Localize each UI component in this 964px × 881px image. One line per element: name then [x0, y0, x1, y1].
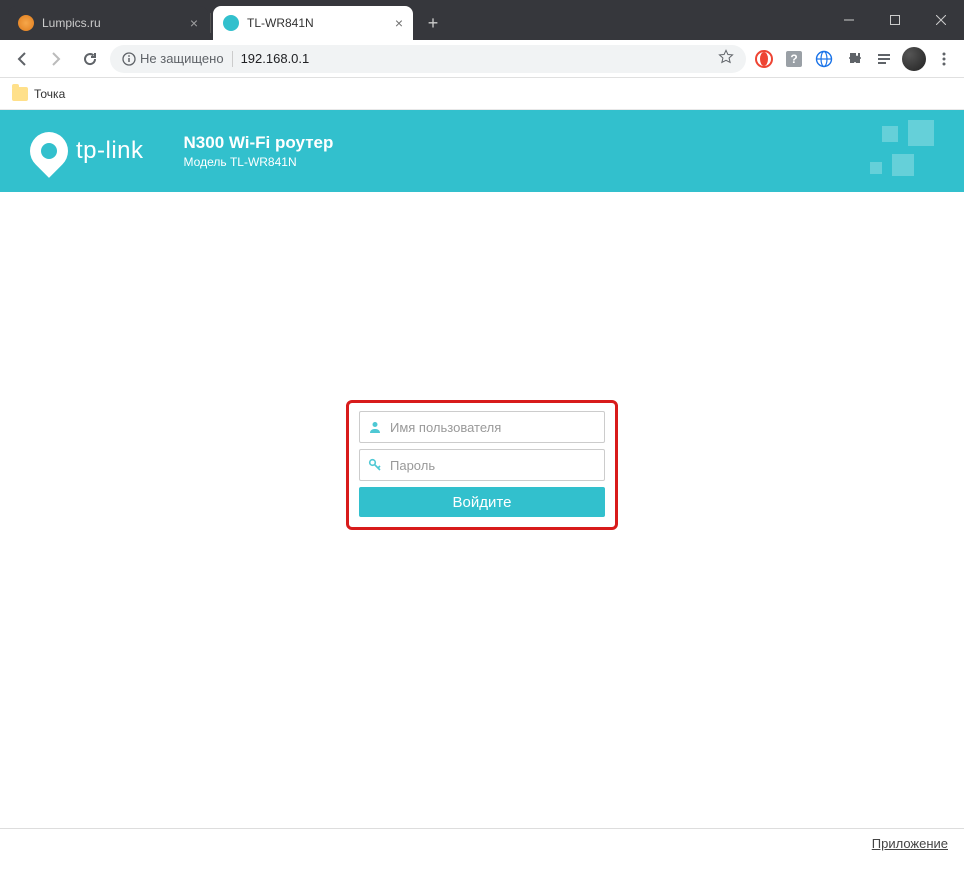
username-input[interactable]: [390, 420, 596, 435]
extensions-button[interactable]: [842, 47, 866, 71]
password-input[interactable]: [390, 458, 596, 473]
reload-button[interactable]: [76, 45, 104, 73]
profile-avatar[interactable]: [902, 47, 926, 71]
star-icon: [718, 49, 734, 65]
app-link[interactable]: Приложение: [872, 836, 948, 851]
browser-titlebar: Lumpics.ru × TL-WR841N × +: [0, 0, 964, 40]
opera-icon: [755, 50, 773, 68]
router-title: N300 Wi-Fi роутер: [184, 133, 334, 153]
bookmark-item[interactable]: Точка: [12, 87, 65, 101]
divider: [232, 51, 233, 67]
tab-lumpics[interactable]: Lumpics.ru ×: [8, 6, 208, 40]
extension-opera-icon[interactable]: [752, 47, 776, 71]
folder-icon: [12, 87, 28, 101]
tplink-logo: tp-link: [30, 132, 144, 170]
minimize-button[interactable]: [826, 0, 872, 40]
logo-text: tp-link: [76, 137, 144, 165]
tab-tlwr841n[interactable]: TL-WR841N ×: [213, 6, 413, 40]
favicon-icon: [223, 15, 239, 31]
tab-title: TL-WR841N: [247, 16, 387, 30]
maximize-button[interactable]: [872, 0, 918, 40]
close-icon[interactable]: ×: [395, 15, 403, 31]
globe-icon: [815, 50, 833, 68]
bookmark-star-button[interactable]: [718, 49, 734, 68]
minimize-icon: [844, 15, 854, 25]
arrow-right-icon: [48, 51, 64, 67]
reload-icon: [82, 51, 98, 67]
password-field-wrap[interactable]: [359, 449, 605, 481]
reading-list-button[interactable]: [872, 47, 896, 71]
tab-strip: Lumpics.ru × TL-WR841N × +: [8, 6, 447, 40]
security-label: Не защищено: [140, 51, 224, 66]
url-text: 192.168.0.1: [241, 51, 710, 66]
back-button[interactable]: [8, 45, 36, 73]
page-footer: Приложение: [0, 828, 964, 853]
svg-text:?: ?: [790, 52, 797, 66]
list-icon: [876, 51, 892, 67]
kebab-icon: [936, 51, 952, 67]
logo-mark-icon: [22, 124, 76, 178]
close-icon[interactable]: ×: [190, 15, 198, 31]
arrow-left-icon: [14, 51, 30, 67]
close-icon: [936, 15, 946, 25]
router-header: tp-link N300 Wi-Fi роутер Модель TL-WR84…: [0, 110, 964, 192]
extension-globe-icon[interactable]: [812, 47, 836, 71]
favicon-icon: [18, 15, 34, 31]
login-panel: Войдите: [346, 400, 618, 530]
address-bar[interactable]: Не защищено 192.168.0.1: [110, 45, 746, 73]
question-icon: ?: [785, 50, 803, 68]
maximize-icon: [890, 15, 900, 25]
new-tab-button[interactable]: +: [419, 9, 447, 37]
login-button[interactable]: Войдите: [359, 487, 605, 517]
menu-button[interactable]: [932, 47, 956, 71]
forward-button[interactable]: [42, 45, 70, 73]
router-subtitle: Модель TL-WR841N: [184, 155, 334, 169]
username-field-wrap[interactable]: [359, 411, 605, 443]
user-icon: [368, 420, 382, 434]
login-highlight-box: Войдите: [346, 400, 618, 530]
tab-separator: [210, 13, 211, 33]
router-title-block: N300 Wi-Fi роутер Модель TL-WR841N: [184, 133, 334, 169]
info-icon: [122, 52, 136, 66]
close-button[interactable]: [918, 0, 964, 40]
browser-toolbar: Не защищено 192.168.0.1 ?: [0, 40, 964, 78]
security-status[interactable]: Не защищено: [122, 51, 224, 66]
key-icon: [368, 458, 382, 472]
tab-title: Lumpics.ru: [42, 16, 182, 30]
extension-help-icon[interactable]: ?: [782, 47, 806, 71]
puzzle-icon: [846, 51, 862, 67]
window-controls: [826, 0, 964, 40]
bookmark-label: Точка: [34, 87, 65, 101]
bookmarks-bar: Точка: [0, 78, 964, 110]
